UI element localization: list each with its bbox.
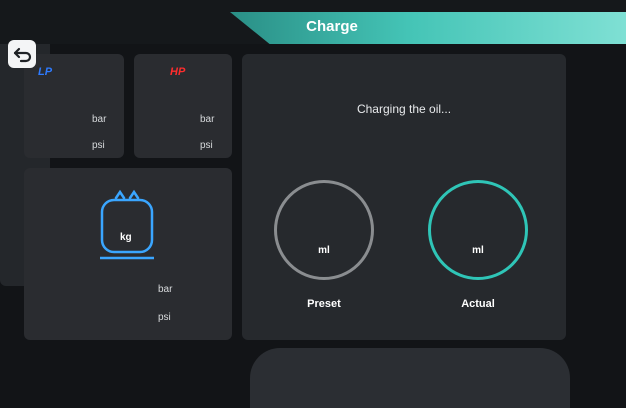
high-pressure-gauge-panel: HP bar psi [134,54,232,158]
bottom-action-button[interactable] [250,348,570,408]
preset-volume-gauge: ml [274,180,374,280]
high-pressure-unit-psi: psi [200,140,213,151]
low-pressure-unit-psi: psi [92,140,105,151]
tank-unit-kg: kg [120,232,132,243]
refrigerant-tank-icon [100,189,154,260]
high-pressure-tag: HP [170,66,186,78]
preset-label: Preset [307,298,341,310]
high-pressure-unit-bar: bar [200,114,215,125]
tank-unit-bar: bar [158,284,173,295]
actual-unit: ml [472,245,484,256]
return-arrow-icon [13,47,32,63]
back-button[interactable] [8,40,36,68]
actual-volume-gauge: ml [428,180,528,280]
status-text: Charging the oil... [356,102,452,116]
low-pressure-unit-bar: bar [92,114,107,125]
low-pressure-tag: LP [38,66,53,78]
page-title: Charge [306,18,358,35]
low-pressure-gauge-panel: LP bar psi [24,54,124,158]
actual-label: Actual [461,298,495,310]
tank-unit-psi: psi [158,312,171,323]
charge-status-panel: Charging the oil... ml ml Preset Actual [242,54,566,340]
preset-unit: ml [318,245,330,256]
tank-panel: kg bar psi [24,168,232,340]
